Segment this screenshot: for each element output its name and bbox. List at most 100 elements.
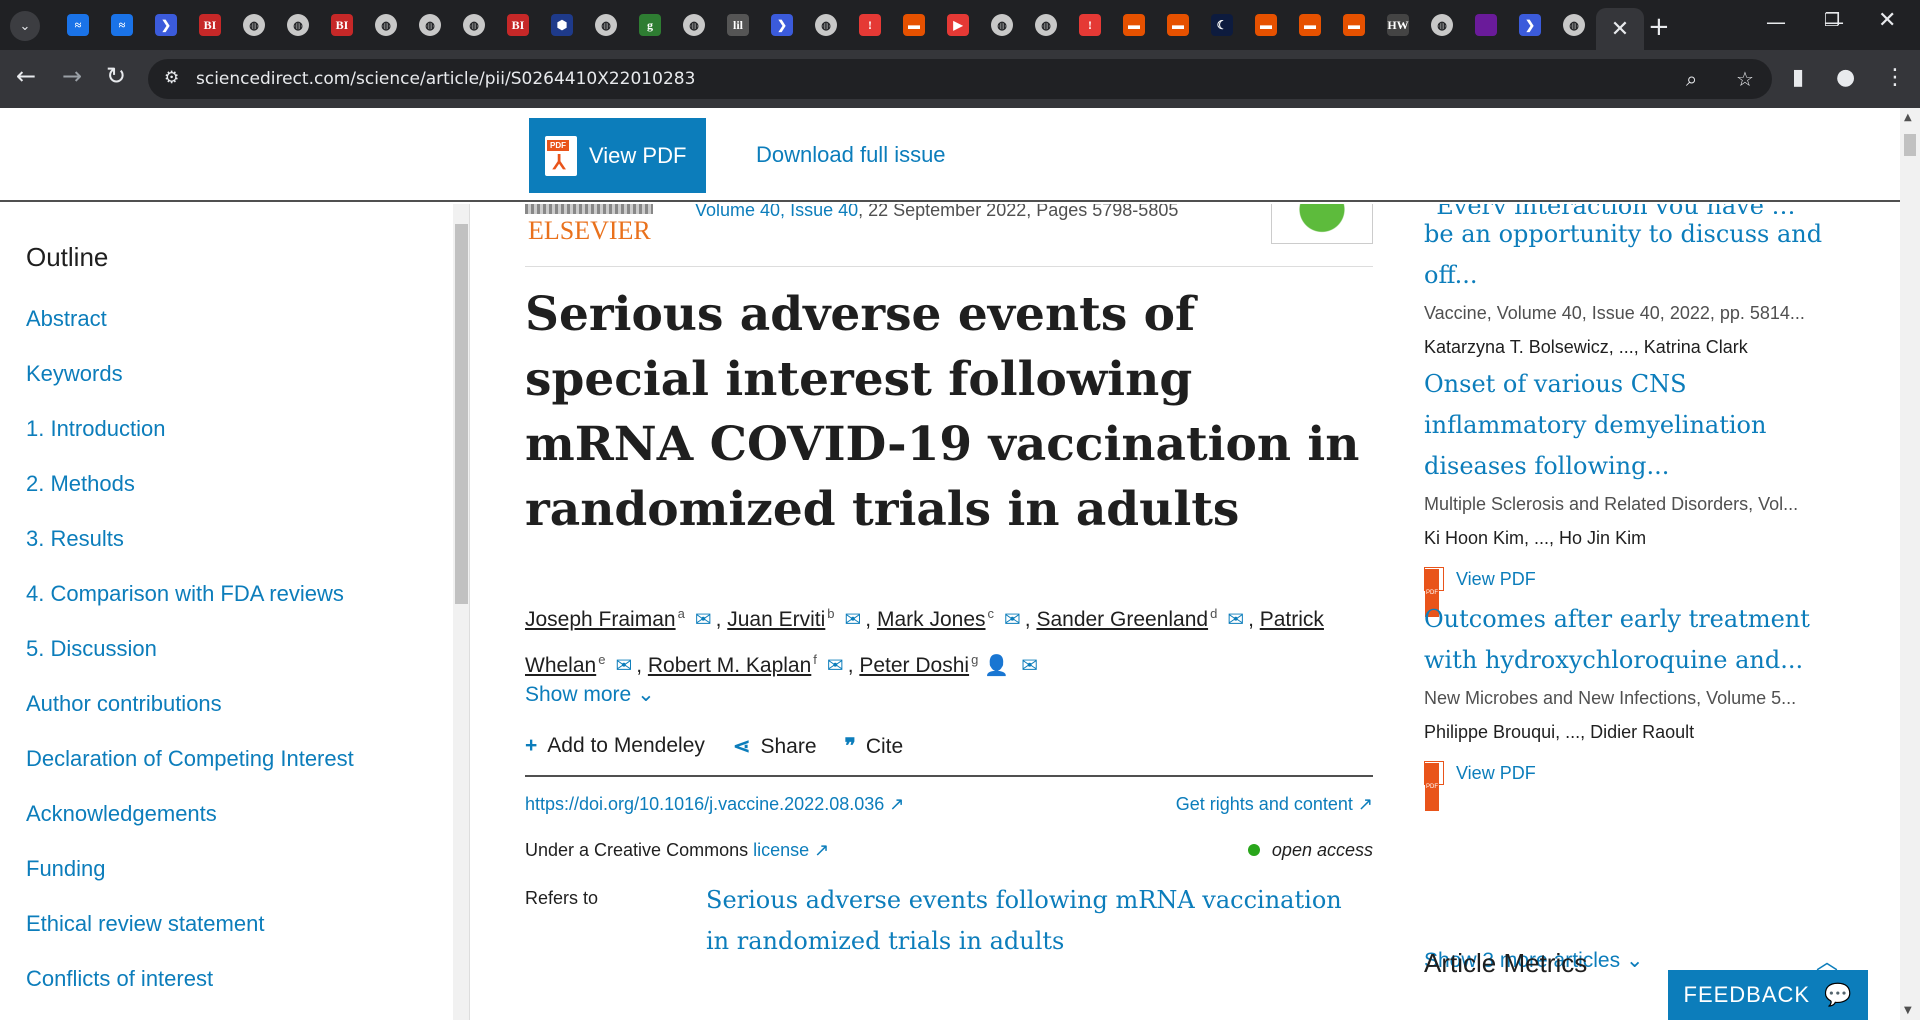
outline-scroll-thumb[interactable] [455,224,468,604]
forward-icon[interactable]: → [62,62,82,90]
recommended-title[interactable]: Outcomes after early treatment with hydr… [1424,599,1849,681]
browser-tab[interactable] [1464,8,1508,42]
browser-tab[interactable]: ≈ [56,8,100,42]
browser-tab[interactable]: ❯ [1508,8,1552,42]
mail-icon[interactable]: ✉ [845,609,862,631]
view-pdf-button[interactable]: PDF ⅄ View PDF [529,118,706,193]
person-icon[interactable]: 👤 [984,655,1009,677]
recommended-view-pdf[interactable]: View PDF [1424,555,1849,617]
browser-tab[interactable]: ❯ [760,8,804,42]
page-scrollbar[interactable]: ▲ ▼ [1900,108,1920,1020]
browser-tab[interactable]: ▬ [1332,8,1376,42]
mail-icon[interactable]: ✉ [1021,655,1038,677]
browser-tab[interactable]: g [628,8,672,42]
outline-item-fda-comparison[interactable]: 4. Comparison with FDA reviews [26,579,354,634]
recommended-title[interactable]: be an opportunity to discuss and off... [1424,214,1849,296]
browser-tab[interactable]: ◍ [1024,8,1068,42]
outline-item-abstract[interactable]: Abstract [26,304,354,359]
browser-tab[interactable]: ◍ [584,8,628,42]
volume-link[interactable]: Volume 40, Issue 40 [695,204,858,220]
outline-item-discussion[interactable]: 5. Discussion [26,634,354,689]
browser-tab[interactable]: ! [1068,8,1112,42]
browser-tab[interactable]: ▬ [1244,8,1288,42]
browser-tab[interactable]: BI [188,8,232,42]
new-tab-button[interactable]: + [1648,12,1670,42]
side-panel-icon[interactable]: ▮ [1792,65,1804,90]
mail-icon[interactable]: ✉ [1227,609,1244,631]
mail-icon[interactable]: ✉ [1004,609,1021,631]
browser-tab[interactable]: ◍ [804,8,848,42]
browser-tab[interactable]: ◍ [232,8,276,42]
recommended-title-top[interactable]: “Every interaction you have …should [1424,204,1849,214]
browser-tab[interactable]: ⬢ [540,8,584,42]
mail-icon[interactable]: ✉ [827,655,844,677]
author-name[interactable]: Joseph Fraiman [525,608,676,631]
url-text[interactable]: sciencedirect.com/science/article/pii/S0… [196,69,695,89]
outline-item-methods[interactable]: 2. Methods [26,469,354,524]
journal-cover-image[interactable] [1271,204,1373,244]
share-button[interactable]: ⋖ Share [733,734,817,759]
mail-icon[interactable]: ✉ [695,609,712,631]
refers-to-link[interactable]: Serious adverse events following mRNA va… [706,880,1346,962]
scroll-down-icon[interactable]: ▼ [1904,1005,1912,1016]
restore-icon[interactable]: ❐ [1824,10,1840,31]
author-name[interactable]: Mark Jones [877,608,986,631]
browser-tab[interactable]: BI [320,8,364,42]
outline-item-introduction[interactable]: 1. Introduction [26,414,354,469]
browser-tab[interactable]: ☾ [1200,8,1244,42]
outline-item-acknowledgements[interactable]: Acknowledgements [26,799,354,854]
minimize-icon[interactable]: — [1766,10,1786,34]
author-name[interactable]: Juan Erviti [727,608,825,631]
recommended-view-pdf[interactable]: View PDF [1424,749,1849,811]
browser-tab[interactable]: ◍ [1552,8,1596,42]
browser-tab[interactable]: ▬ [1112,8,1156,42]
license-link[interactable]: license ↗ [753,840,829,860]
browser-tab[interactable]: lil [716,8,760,42]
browser-tab[interactable]: ▶ [936,8,980,42]
browser-tab[interactable]: ◍ [672,8,716,42]
site-info-icon[interactable]: ⚙ [164,68,179,88]
profile-icon[interactable]: ● [1836,65,1855,90]
recommended-title[interactable]: Onset of various CNS inflammatory demyel… [1424,364,1849,487]
outline-item-conflicts[interactable]: Conflicts of interest [26,964,354,1019]
browser-tab[interactable]: ◍ [1420,8,1464,42]
cite-button[interactable]: ❞ Cite [845,734,904,759]
browser-tab[interactable]: ▬ [1288,8,1332,42]
menu-icon[interactable]: ⋮ [1884,65,1906,90]
bookmark-star-icon[interactable]: ☆ [1736,67,1754,91]
browser-tab[interactable]: ! [848,8,892,42]
publisher-logo[interactable]: ELSEVIER [528,216,651,246]
browser-tab[interactable]: ◍ [276,8,320,42]
browser-tab[interactable]: ▬ [892,8,936,42]
active-tab-close-icon[interactable]: ✕ [1596,8,1644,50]
browser-tab[interactable]: ≈ [100,8,144,42]
mail-icon[interactable]: ✉ [615,655,632,677]
browser-tab[interactable]: ◍ [980,8,1024,42]
back-icon[interactable]: ← [16,62,36,90]
show-more-button[interactable]: Show more ⌄ [525,682,655,707]
reload-icon[interactable]: ↻ [106,62,126,90]
doi-link[interactable]: https://doi.org/10.1016/j.vaccine.2022.0… [525,794,904,815]
author-name[interactable]: Sander Greenland [1036,608,1208,631]
address-bar[interactable]: ⚙ sciencedirect.com/science/article/pii/… [148,59,1772,99]
download-full-issue-link[interactable]: Download full issue [756,142,946,168]
browser-tab[interactable]: ❯ [144,8,188,42]
outline-item-competing-interest[interactable]: Declaration of Competing Interest [26,744,354,799]
browser-tab[interactable]: ◍ [408,8,452,42]
outline-item-keywords[interactable]: Keywords [26,359,354,414]
author-name[interactable]: Peter Doshi [859,654,969,677]
scroll-up-icon[interactable]: ▲ [1904,112,1912,123]
get-rights-link[interactable]: Get rights and content ↗ [1176,794,1373,815]
browser-tab[interactable]: BI [496,8,540,42]
outline-item-author-contributions[interactable]: Author contributions [26,689,354,744]
add-to-mendeley-button[interactable]: + Add to Mendeley [525,734,705,759]
browser-tab[interactable]: HW [1376,8,1420,42]
outline-item-results[interactable]: 3. Results [26,524,354,579]
browser-tab[interactable]: ◍ [364,8,408,42]
author-name[interactable]: Robert M. Kaplan [648,654,811,677]
browser-tab[interactable]: ◍ [452,8,496,42]
page-scroll-thumb[interactable] [1904,134,1916,156]
feedback-button[interactable]: FEEDBACK 💬 [1668,970,1868,1020]
outline-item-funding[interactable]: Funding [26,854,354,909]
close-window-icon[interactable]: ✕ [1878,8,1896,33]
